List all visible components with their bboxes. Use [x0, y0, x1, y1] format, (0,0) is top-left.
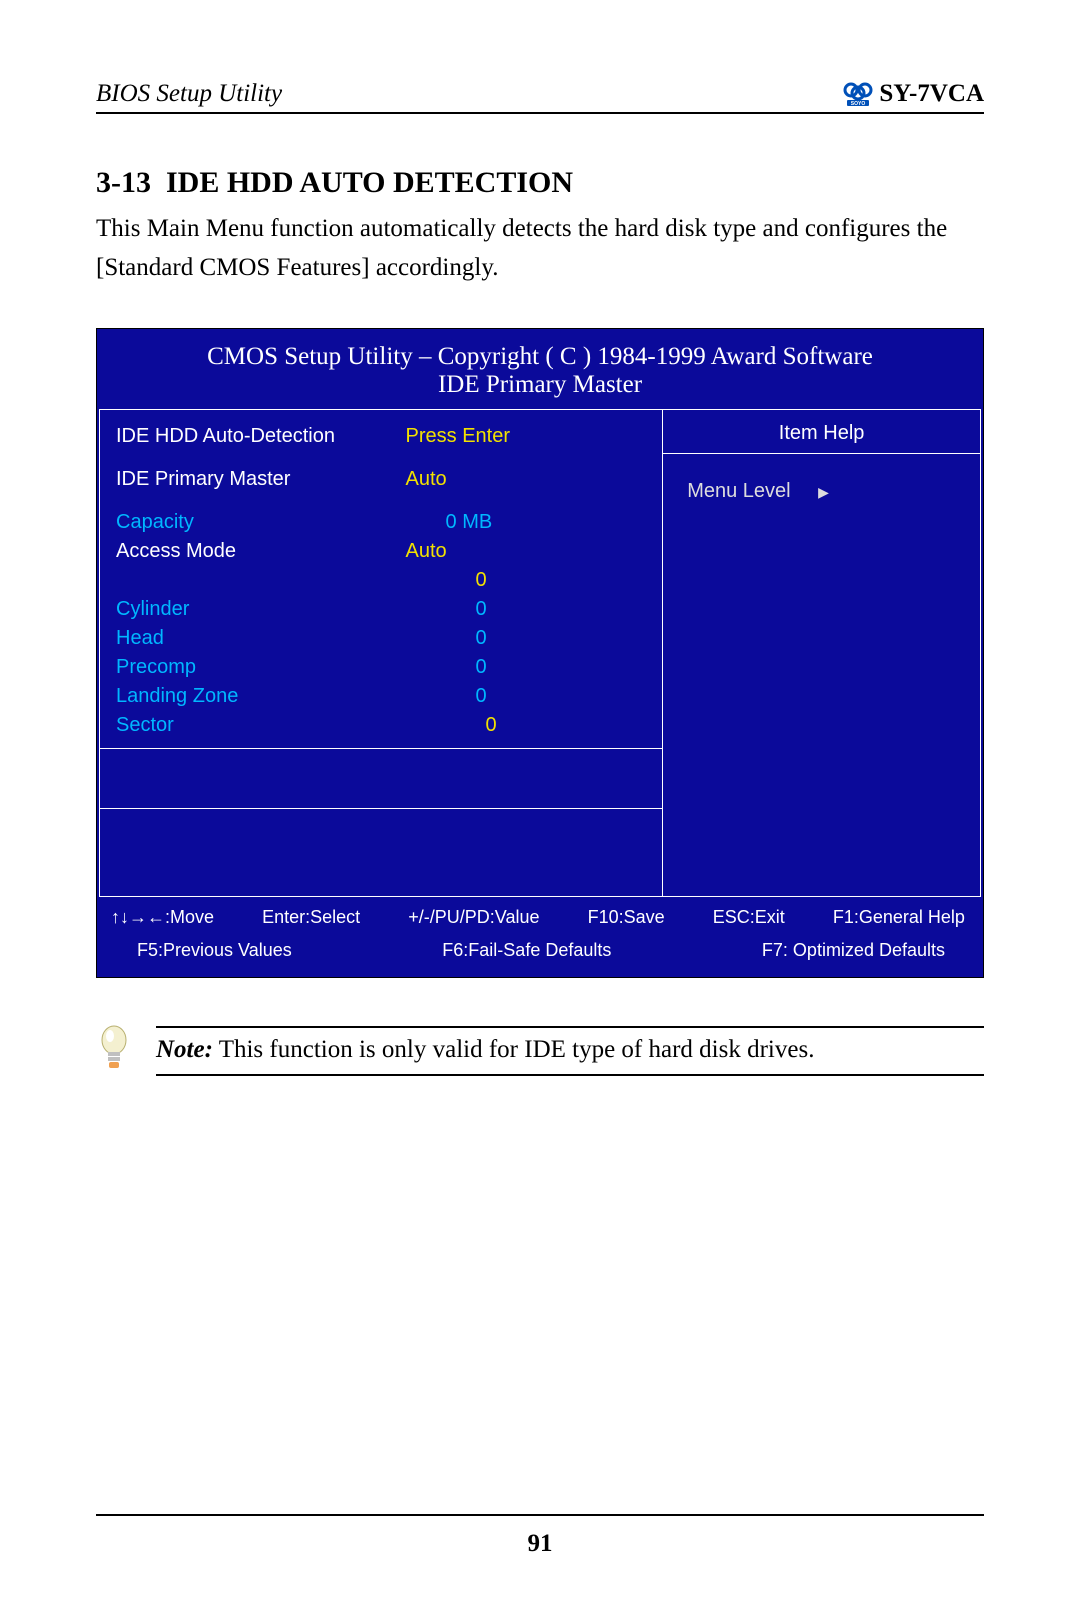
row-head: Head 0: [116, 624, 652, 653]
section-heading: 3-13 IDE HDD AUTO DETECTION: [96, 166, 984, 200]
row-cylinder: Cylinder 0: [116, 595, 652, 624]
section-body: This Main Menu function automatically de…: [96, 210, 984, 288]
document-page: BIOS Setup Utility SOYO SY-7VCA 3-13 IDE…: [0, 0, 1080, 1618]
note-block: Note: This function is only valid for ID…: [96, 1024, 984, 1079]
value-access: Auto: [406, 540, 653, 563]
note-body: This function is only valid for IDE type…: [213, 1036, 815, 1063]
value-sector: 0: [406, 714, 653, 737]
hint-pupd: +/-/PU/PD:Value: [408, 907, 539, 928]
label-precomp: Precomp: [116, 656, 406, 679]
row-capacity: Capacity 0 MB: [116, 508, 652, 537]
row-sector: Sector 0: [116, 711, 652, 740]
bios-footer-row2: F5:Previous Values F6:Fail-Safe Defaults…: [97, 934, 983, 977]
menu-level-row: Menu Level ▶: [673, 480, 970, 503]
hint-move: ↑↓→←:Move: [111, 907, 214, 928]
row-primary-master[interactable]: IDE Primary Master Auto: [116, 465, 652, 494]
row-blank: 0: [116, 566, 652, 595]
menu-level-label: Menu Level: [687, 480, 790, 502]
hint-enter: Enter:Select: [262, 907, 360, 928]
row-autodetect[interactable]: IDE HDD Auto-Detection Press Enter: [116, 422, 652, 451]
hint-esc: ESC:Exit: [713, 907, 785, 928]
bios-title-line1: CMOS Setup Utility – Copyright ( C ) 198…: [107, 343, 973, 371]
bios-screenshot: CMOS Setup Utility – Copyright ( C ) 198…: [96, 328, 984, 978]
value-primary: Auto: [406, 468, 653, 491]
label-primary: IDE Primary Master: [116, 468, 406, 491]
label-cylinder: Cylinder: [116, 598, 406, 621]
note-label: Note:: [156, 1036, 213, 1063]
value-blank: 0: [406, 569, 653, 592]
header-title-left: BIOS Setup Utility: [96, 80, 282, 108]
value-capacity: 0 MB: [406, 511, 653, 534]
bios-title-line2: IDE Primary Master: [107, 371, 973, 399]
page-footer: 91: [96, 1514, 984, 1558]
hint-f10: F10:Save: [588, 907, 665, 928]
section-title-text: IDE HDD AUTO DETECTION: [166, 166, 573, 199]
row-access-mode[interactable]: Access Mode Auto: [116, 537, 652, 566]
item-help-title: Item Help: [673, 422, 970, 451]
hint-f1: F1:General Help: [833, 907, 965, 928]
label-capacity: Capacity: [116, 511, 406, 534]
page-number: 91: [96, 1530, 984, 1558]
model-label: SY-7VCA: [879, 80, 984, 108]
soyo-logo-icon: SOYO: [843, 81, 873, 107]
footer-rule: [96, 1514, 984, 1516]
value-precomp: 0: [406, 656, 653, 679]
bios-footer-row1: ↑↓→←:Move Enter:Select +/-/PU/PD:Value F…: [97, 897, 983, 934]
value-head: 0: [406, 627, 653, 650]
label-landing: Landing Zone: [116, 685, 406, 708]
menu-level-arrow-icon: ▶: [818, 484, 829, 501]
bios-right-panel: Item Help Menu Level ▶: [663, 410, 980, 896]
value-cylinder: 0: [406, 598, 653, 621]
note-text-wrap: Note: This function is only valid for ID…: [156, 1026, 984, 1076]
bios-body: IDE HDD Auto-Detection Press Enter IDE P…: [99, 409, 981, 897]
label-sector: Sector: [116, 714, 406, 737]
left-divider-2: [100, 808, 662, 888]
label-access: Access Mode: [116, 540, 406, 563]
bios-title: CMOS Setup Utility – Copyright ( C ) 198…: [97, 329, 983, 409]
hint-f7: F7: Optimized Defaults: [762, 940, 945, 961]
lightbulb-icon: [96, 1024, 132, 1079]
value-autodetect: Press Enter: [406, 425, 653, 448]
label-head: Head: [116, 627, 406, 650]
value-landing: 0: [406, 685, 653, 708]
note-text: Note: This function is only valid for ID…: [156, 1036, 984, 1064]
row-landing: Landing Zone 0: [116, 682, 652, 711]
label-autodetect: IDE HDD Auto-Detection: [116, 425, 406, 448]
right-divider: [663, 453, 980, 454]
hint-f6: F6:Fail-Safe Defaults: [442, 940, 611, 961]
section-number: 3-13: [96, 166, 151, 199]
bios-left-panel: IDE HDD Auto-Detection Press Enter IDE P…: [100, 410, 663, 896]
header-title-right: SOYO SY-7VCA: [843, 80, 984, 108]
page-header: BIOS Setup Utility SOYO SY-7VCA: [96, 80, 984, 114]
left-divider-1: [100, 748, 662, 808]
hint-f5: F5:Previous Values: [137, 940, 292, 961]
svg-text:SOYO: SOYO: [851, 101, 866, 107]
row-precomp: Precomp 0: [116, 653, 652, 682]
